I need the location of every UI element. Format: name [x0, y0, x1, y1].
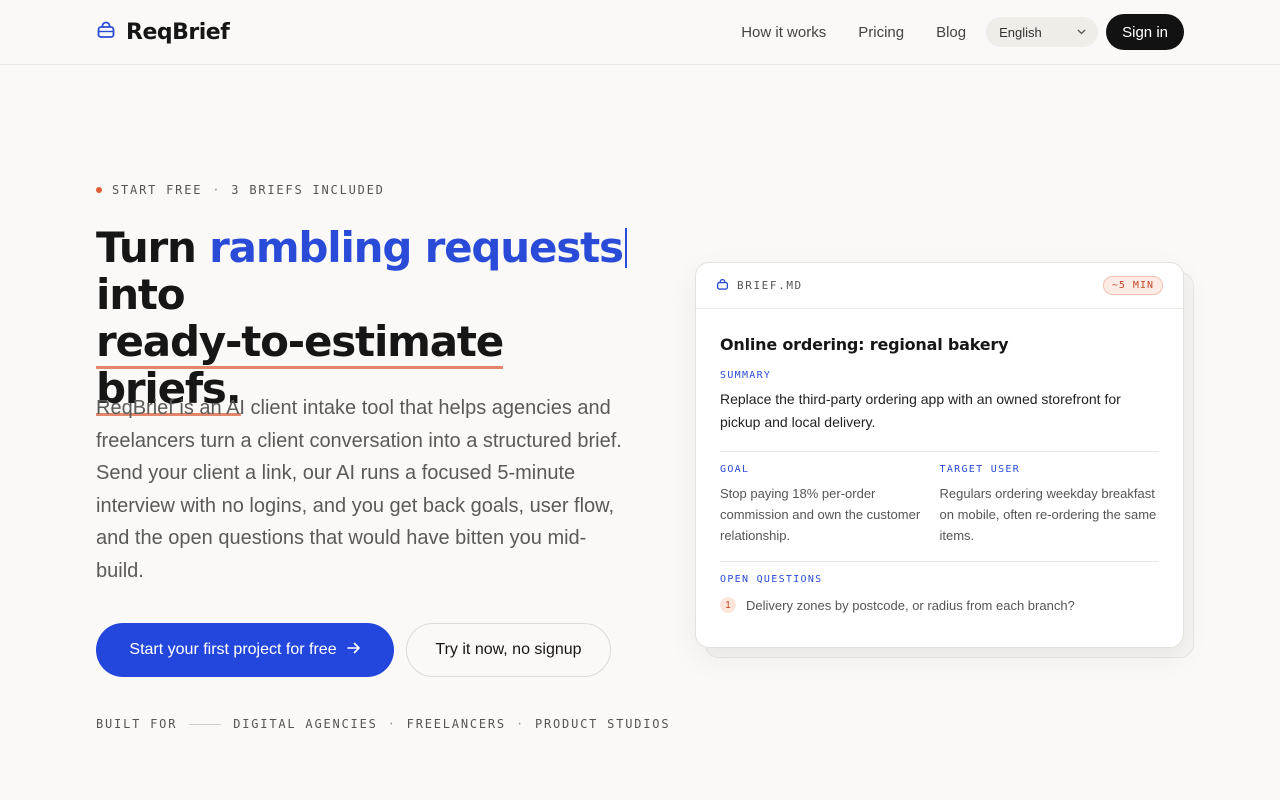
summary-text: Replace the third-party ordering app wit… — [720, 391, 1121, 430]
goal-column: GOAL Stop paying 18% per-order commissio… — [720, 464, 940, 546]
hero-eyebrow: START FREE · 3 BRIEFS INCLUDED — [96, 183, 385, 197]
separator-dot: · — [387, 717, 397, 731]
brand-name: ReqBrief — [126, 19, 230, 45]
language-select[interactable]: English — [986, 17, 1099, 47]
separator-dot: · — [212, 183, 222, 197]
built-for-studios: PRODUCT STUDIOS — [534, 717, 671, 731]
brief-preview-card: BRIEF.MD ~5 MIN Online ordering: regiona… — [695, 262, 1184, 648]
brand-logo-link[interactable]: ReqBrief — [96, 18, 230, 46]
card-body: Online ordering: regional bakery SUMMARY… — [696, 335, 1183, 613]
nav-pricing[interactable]: Pricing — [858, 24, 904, 41]
built-for-agencies: DIGITAL AGENCIES — [233, 717, 378, 731]
headline-part1: Turn — [96, 223, 210, 272]
eyebrow-start-free: START FREE — [112, 183, 203, 197]
card-filename: BRIEF.MD — [716, 278, 803, 294]
try-now-button[interactable]: Try it now, no signup — [406, 623, 611, 677]
target-user-label: TARGET USER — [939, 464, 1021, 475]
question-text: Delivery zones by postcode, or radius fr… — [746, 597, 1075, 613]
target-user-column: TARGET USER Regulars ordering weekday br… — [940, 464, 1160, 546]
primary-cta-label: Start your first project for free — [129, 641, 337, 658]
brief-bag-icon — [716, 278, 729, 294]
card-header: BRIEF.MD ~5 MIN — [696, 263, 1183, 309]
filename-text: BRIEF.MD — [737, 279, 803, 292]
eyebrow-briefs-included: 3 BRIEFS INCLUDED — [231, 183, 385, 197]
hero-description: ReqBrief is an AI client intake tool tha… — [96, 397, 622, 582]
goal-target-columns: GOAL Stop paying 18% per-order commissio… — [720, 464, 1159, 546]
divider — [720, 561, 1159, 562]
goal-text: Stop paying 18% per-order commission and… — [720, 486, 921, 543]
hero-headline: Turn rambling requests into ready-to-est… — [96, 223, 656, 416]
main-nav: How it works Pricing Blog English Sign i… — [741, 14, 1184, 50]
built-for-label: BUILT FOR — [96, 717, 178, 731]
nav-blog[interactable]: Blog — [936, 24, 966, 41]
typing-caret — [624, 228, 627, 268]
language-value: English — [999, 24, 1042, 40]
separator-dot: · — [515, 717, 525, 731]
divider — [720, 451, 1159, 452]
question-number-badge: 1 — [720, 597, 736, 613]
arrow-right-icon — [346, 641, 361, 659]
open-question-item: 1 Delivery zones by postcode, or radius … — [720, 597, 1159, 613]
sign-in-button[interactable]: Sign in — [1106, 14, 1184, 50]
chevron-down-icon — [1077, 27, 1086, 38]
brief-title: Online ordering: regional bakery — [720, 335, 1009, 354]
status-dot-icon — [96, 187, 102, 193]
goal-label: GOAL — [720, 464, 750, 475]
built-for-rule — [189, 723, 222, 725]
headline-part2: into — [96, 270, 186, 319]
nav-how-it-works[interactable]: How it works — [741, 24, 826, 41]
summary-label: SUMMARY — [720, 370, 772, 381]
brief-bag-icon — [96, 20, 116, 45]
target-user-text: Regulars ordering weekday breakfast on m… — [939, 486, 1157, 543]
open-questions-label: OPEN QUESTIONS — [720, 574, 823, 585]
duration-badge: ~5 MIN — [1102, 276, 1163, 295]
headline-accent: rambling requests — [209, 223, 624, 272]
site-header: ReqBrief How it works Pricing Blog Engli… — [0, 0, 1280, 65]
built-for-row: BUILT FOR DIGITAL AGENCIES · FREELANCERS… — [96, 717, 670, 731]
built-for-freelancers: FREELANCERS — [406, 717, 506, 731]
start-free-project-button[interactable]: Start your first project for free — [96, 623, 394, 677]
